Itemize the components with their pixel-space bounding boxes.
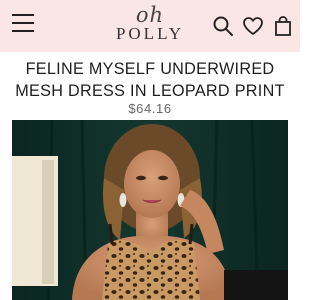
product-price: $64.16 (128, 101, 172, 116)
header-actions (212, 14, 294, 38)
product-title-line-2: MESH DRESS IN LEOPARD PRINT (15, 82, 285, 100)
product-image[interactable] (12, 120, 288, 300)
logo-brand: POLLY (115, 24, 185, 43)
product-title-line-1: FELINE MYSELF UNDERWIRED (25, 60, 275, 78)
product-title: FELINE MYSELF UNDERWIRED MESH DRESS IN L… (0, 58, 300, 102)
logo-script: oh (135, 3, 165, 27)
site-header: oh POLLY (0, 0, 300, 52)
shopping-bag-icon[interactable] (272, 15, 294, 37)
brand-logo[interactable]: oh POLLY (100, 4, 200, 48)
search-icon[interactable] (212, 15, 234, 37)
heart-icon[interactable] (242, 15, 264, 37)
menu-icon[interactable] (12, 14, 34, 34)
